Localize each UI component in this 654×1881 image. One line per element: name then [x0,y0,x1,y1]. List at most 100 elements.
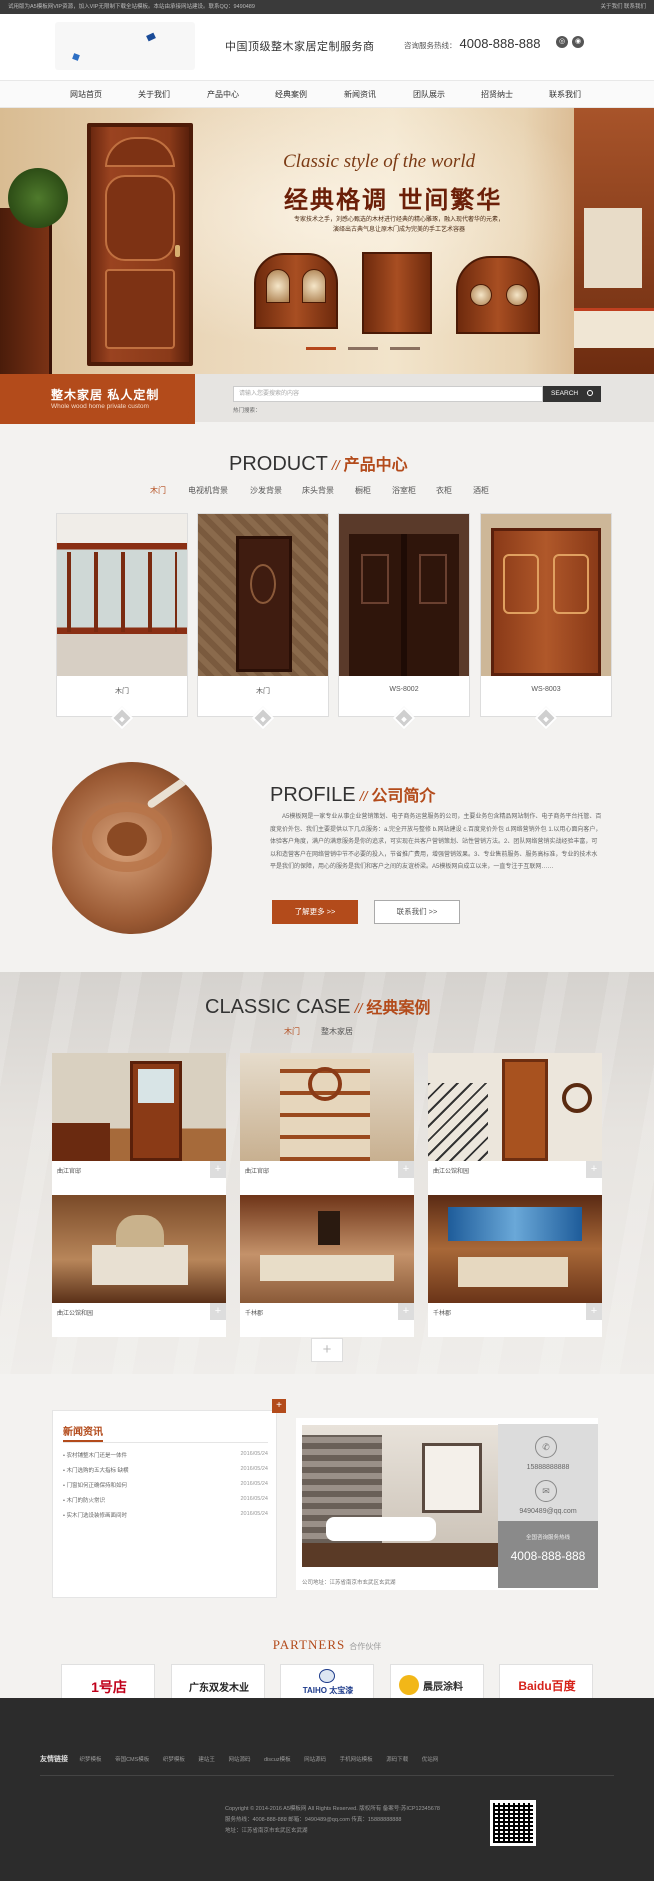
nav-products[interactable]: 产品中心 [207,81,239,109]
top-bar: 试用版为A5模板网VIP资源，加入VIP无限制下载全站模板。本站由承接网站建设。… [0,0,654,14]
friend-link[interactable]: 源码下载 [386,1757,408,1763]
hotline-big: 4008-888-888 [510,1549,586,1563]
logo-mark-navy [146,32,156,42]
case-image [428,1195,602,1303]
friend-link[interactable]: 织梦模板 [163,1757,185,1763]
double-door-image-3 [456,256,540,334]
cases-title: CLASSIC CASE//经典案例 [205,996,431,1018]
product-tabs: 木门 电视机背景 沙发背景 床头背景 橱柜 浴室柜 衣柜 酒柜 [0,485,654,497]
friend-link[interactable]: 帝国CMS模板 [115,1757,149,1763]
tab-case-door[interactable]: 木门 [284,1026,300,1037]
tab-wardrobe[interactable]: 衣柜 [436,485,452,496]
tab-sofa[interactable]: 沙发背景 [250,485,282,496]
room-image [574,108,654,374]
case-image [428,1053,602,1161]
contact-email: 9490489@qq.com [519,1508,577,1515]
qq-icon[interactable]: ◉ [572,36,584,48]
nav-team[interactable]: 团队展示 [413,81,445,109]
hotline: 咨询服务热线： 4008-888-888 [404,36,541,51]
nav-jobs[interactable]: 招贤纳士 [481,81,513,109]
product-image [57,514,187,676]
product-image [481,514,611,676]
case-tabs: 木门 整木家居 [0,1026,654,1038]
friend-link[interactable]: 网站源码 [304,1757,326,1763]
nav-news[interactable]: 新闻资讯 [344,81,376,109]
case-card[interactable]: 曲江官邸 + [240,1053,414,1195]
contact-info: ✆ 15888888888 ✉ 9490489@qq.com 全国咨询服务热线 … [498,1424,598,1588]
more-icon[interactable] [251,706,275,730]
tab-case-home[interactable]: 整木家居 [321,1026,353,1037]
news-item[interactable]: • 木门选购的五大指标 缺横 2016/05/24 [63,1466,268,1474]
case-image [52,1053,226,1161]
banner-cn-title: 经典格调 世间繁华 [284,185,503,214]
news-item[interactable]: • 木门的防火常识 2016/05/24 [63,1496,268,1504]
nav-about[interactable]: 关于我们 [138,81,170,109]
custom-tag: 整木家居 私人定制 Whole wood home private custom [0,374,195,424]
friend-link[interactable]: 网站源码 [228,1757,250,1763]
plus-icon[interactable]: + [586,1161,602,1178]
news-item[interactable]: • 实木门选设装修画面间时 2016/05/24 [63,1511,268,1519]
contact-phone: 15888888888 [526,1464,570,1471]
product-card[interactable]: WS-8002 [338,513,470,730]
load-more-button[interactable]: + [311,1338,343,1362]
tab-bed[interactable]: 床头背景 [302,485,334,496]
plus-icon[interactable]: + [586,1303,602,1320]
plus-icon[interactable]: + [398,1161,414,1178]
friend-link[interactable]: 优站网 [422,1757,439,1763]
double-door-image-1 [254,253,338,329]
case-card[interactable]: 曲江官邸 + [52,1053,226,1195]
tab-bath[interactable]: 浴室柜 [392,485,416,496]
product-card[interactable]: 木门 [197,513,329,730]
double-door-image-2 [362,252,432,334]
case-image [52,1195,226,1303]
top-links[interactable]: 关于我们 联系我们 [600,0,646,14]
plus-icon[interactable]: + [210,1303,226,1320]
main-nav: 网站首页 关于我们 产品中心 经典案例 新闻资讯 团队展示 招贤纳士 联系我们 [0,80,654,108]
product-card[interactable]: 木门 [56,513,188,730]
door-image [87,123,193,366]
case-card[interactable]: 曲江公馆和园 + [52,1195,226,1337]
friend-link[interactable]: 建站王 [198,1757,215,1763]
news-more-button[interactable]: + [272,1399,286,1413]
nav-home[interactable]: 网站首页 [70,81,102,109]
product-image [198,514,328,676]
plus-icon[interactable]: + [210,1161,226,1178]
tab-mumen[interactable]: 木门 [150,485,166,496]
learn-more-button[interactable]: 了解更多 >> [272,900,358,924]
copyright: Copyright © 2014-2016 A5模板网 All Rights R… [225,1806,440,1834]
case-card[interactable]: 曲江公馆和园 + [428,1053,602,1195]
more-icon[interactable] [110,706,134,730]
product-card[interactable]: WS-8003 [480,513,612,730]
logo[interactable] [55,22,195,70]
friend-link[interactable]: 织梦模板 [80,1757,102,1763]
news-item[interactable]: • 门窗如何正确保持和如何 2016/05/24 [63,1481,268,1489]
tab-cabinet[interactable]: 橱柜 [355,485,371,496]
search-icon [587,390,593,396]
nav-cases[interactable]: 经典案例 [275,81,307,109]
top-notice: 试用版为A5模板网VIP资源，加入VIP无限制下载全站模板。本站由承接网站建设。… [8,4,255,10]
news-item[interactable]: • 农村铺整木门还是一体件 2016/05/24 [63,1451,268,1459]
tab-tv[interactable]: 电视机背景 [188,485,228,496]
case-card[interactable]: 千林郡 + [240,1195,414,1337]
plant-image [8,168,68,228]
search-button[interactable]: SEARCH [543,386,601,402]
banner-en-title: Classic style of the world [283,151,476,172]
plus-icon[interactable]: + [398,1303,414,1320]
contact-address: 公司地址：江苏省南京市玄武区玄武湖 [302,1580,396,1586]
wechat-icon[interactable]: ◎ [556,36,568,48]
cabinet-image [0,208,52,374]
more-icon[interactable] [392,706,416,730]
profile-image [52,762,212,934]
hero-banner: Classic style of the world 经典格调 世间繁华 专家技… [0,108,654,374]
nav-contact[interactable]: 联系我们 [549,81,581,109]
case-card[interactable]: 千林郡 + [428,1195,602,1337]
search-input[interactable]: 请输入您要搜索的内容 [233,386,543,402]
friend-link[interactable]: discuz模板 [264,1757,291,1763]
contact-us-button[interactable]: 联系我们 >> [374,900,460,924]
more-icon[interactable] [534,706,558,730]
hotline-box: 全国咨询服务热线 4008-888-888 [498,1521,598,1588]
tab-wine[interactable]: 酒柜 [473,485,489,496]
qr-code [490,1800,536,1846]
friend-link[interactable]: 手机网站模板 [340,1757,373,1763]
case-image [240,1053,414,1161]
